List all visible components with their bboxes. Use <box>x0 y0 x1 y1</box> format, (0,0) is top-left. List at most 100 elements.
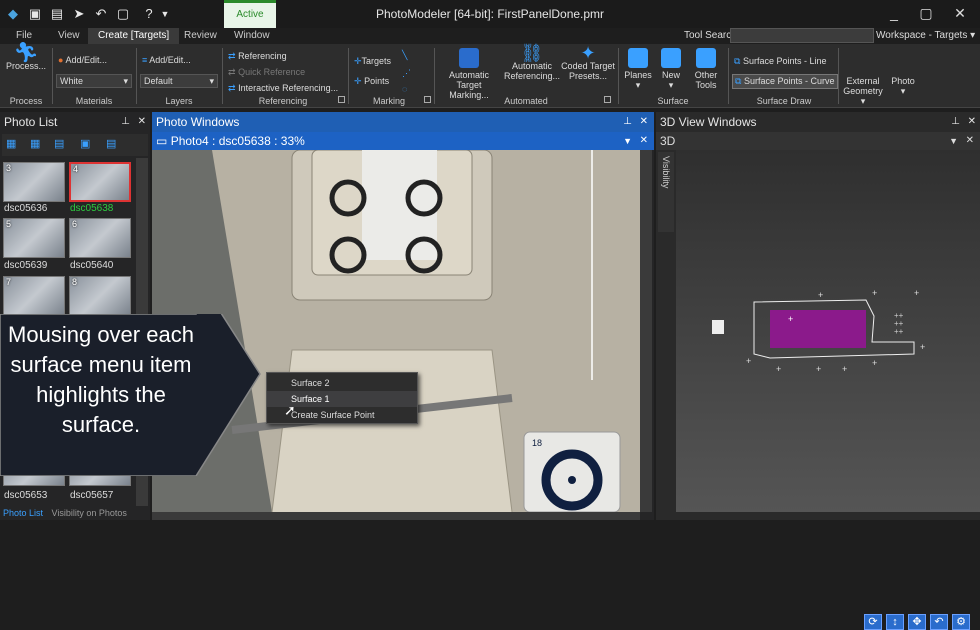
move-icon[interactable]: ✥ <box>908 614 926 630</box>
maximize-icon[interactable]: ▢ <box>916 5 936 22</box>
3d-tab-label: 3D <box>660 134 676 148</box>
3d-view-title: 3D View Windows <box>660 115 757 129</box>
divider <box>434 48 435 104</box>
line-tool-icon[interactable]: ╲ <box>402 50 407 61</box>
visibility-side-tab[interactable]: Visibility <box>658 152 674 232</box>
menu-item-surface-2[interactable]: Surface 2 <box>267 375 417 391</box>
external-geometry-button[interactable]: External Geometry ▾ <box>840 76 886 106</box>
ribbon: 🏃︎ Process... Process ● Add/Edit... Whit… <box>0 43 980 108</box>
undo-view-icon[interactable]: ↶ <box>930 614 948 630</box>
settings-icon[interactable]: ⚙ <box>952 614 970 630</box>
tab-photo-list[interactable]: Photo List <box>3 508 43 518</box>
photo-thumbnail[interactable]: 3 <box>3 162 65 202</box>
photo-thumbnail[interactable]: 8 <box>69 276 131 316</box>
tab-view[interactable]: View <box>48 28 90 44</box>
close-panel-icon[interactable]: ✕ <box>640 112 648 132</box>
materials-group-label: Materials <box>75 96 113 106</box>
view-icon[interactable]: ▦ <box>6 137 16 150</box>
edge-tool-icon[interactable]: ⋰ <box>402 68 411 79</box>
pin-icon[interactable]: ⊥ <box>623 112 632 132</box>
sp-curve-label: Surface Points - Curve <box>743 76 835 86</box>
close-photo-icon[interactable]: ✕ <box>640 132 648 150</box>
3d-view-canvas[interactable]: + + + + + + + + + + ++ ++ ++ <box>676 150 980 512</box>
layers-select[interactable]: Default ▾ <box>140 74 218 88</box>
image-icon[interactable]: ▣ <box>80 137 90 150</box>
close-panel-icon[interactable]: ✕ <box>968 112 976 132</box>
svg-text:+: + <box>746 356 751 366</box>
referencing-launcher-icon[interactable] <box>338 96 345 103</box>
svg-text:+: + <box>842 364 847 374</box>
external-geometry-label: External Geometry <box>843 76 883 96</box>
tab-visibility-on-photos[interactable]: Visibility on Photos <box>52 508 127 518</box>
photo-scrollbar-horizontal[interactable] <box>152 512 640 520</box>
close-3d-icon[interactable]: ✕ <box>966 132 974 150</box>
callout-text: Mousing over each surface menu item high… <box>8 322 194 437</box>
new-surface-icon <box>661 48 681 68</box>
automatic-target-marking-button[interactable]: Automatic Target Marking... <box>436 48 502 100</box>
tab-create-targets[interactable]: Create [Targets] <box>88 28 180 44</box>
planes-button[interactable]: Planes ▾ <box>622 48 654 90</box>
chevron-down-icon[interactable]: ▼ <box>949 132 958 150</box>
photo-thumbnail[interactable]: 6 <box>69 218 131 258</box>
layers-value: Default <box>144 76 173 86</box>
photo-name: dsc05636 <box>4 203 48 214</box>
photo-scrollbar-vertical[interactable] <box>640 150 652 512</box>
photo-name: dsc05657 <box>70 490 114 501</box>
photo-list-header: Photo List ⊥ ✕ <box>0 112 150 132</box>
quick-reference-button[interactable]: ⇄ Quick Reference <box>228 67 305 78</box>
automatic-referencing-button[interactable]: ⛓︎ Automatic Referencing... <box>504 44 560 81</box>
plane-icon <box>628 48 648 68</box>
other-tools-button[interactable]: Other Tools <box>688 48 724 90</box>
rotate-icon[interactable]: ⟳ <box>864 614 882 630</box>
divider <box>222 48 223 104</box>
close-panel-icon[interactable]: ✕ <box>138 112 146 132</box>
surface-curve-icon: ⧉ <box>735 76 742 86</box>
chevron-down-icon: ▾ <box>209 76 214 86</box>
close-icon[interactable]: ✕ <box>950 5 970 22</box>
pin-icon[interactable]: ⊥ <box>121 112 130 132</box>
materials-add-edit-button[interactable]: ● Add/Edit... <box>58 55 107 65</box>
photo-windows-title: Photo Windows <box>156 115 240 129</box>
photo-menu-button[interactable]: Photo ▾ <box>888 76 918 96</box>
points-label: Points <box>364 76 390 86</box>
surface-points-curve-button[interactable]: ⧉ Surface Points - Curve <box>732 74 838 89</box>
targets-button[interactable]: ✛Targets <box>354 56 391 67</box>
target-number-label: 18 <box>532 438 542 448</box>
pin-icon[interactable]: ⊥ <box>951 112 960 132</box>
materials-add-label: Add/Edit... <box>65 55 107 65</box>
pan-vertical-icon[interactable]: ↕ <box>886 614 904 630</box>
visibility-side-label: Visibility <box>661 156 671 189</box>
coded-target-presets-button[interactable]: ✦ Coded Target Presets... <box>560 44 616 81</box>
3d-tab[interactable]: 3D ▼ ✕ <box>656 132 980 150</box>
photo-thumbnail[interactable]: 7 <box>3 276 65 316</box>
photo-thumbnail[interactable]: 5 <box>3 218 65 258</box>
link-icon: ⇄ <box>228 83 236 93</box>
automated-launcher-icon[interactable] <box>604 96 611 103</box>
tab-review[interactable]: Review <box>174 28 227 44</box>
photo-thumbnail-selected[interactable]: 4 <box>69 162 131 202</box>
layers-icon: ≡ <box>142 55 148 65</box>
curve-tool-icon[interactable]: ◌ <box>402 84 407 94</box>
list-icon[interactable]: ▤ <box>106 137 116 150</box>
quick-reference-label: Quick Reference <box>238 67 306 77</box>
chevron-down-icon[interactable]: ▼ <box>623 132 632 150</box>
minimize-icon[interactable]: _ <box>884 5 904 21</box>
materials-select[interactable]: White ▾ <box>56 74 132 88</box>
tool-search-input[interactable] <box>730 28 874 43</box>
new-surface-button[interactable]: New ▾ <box>656 48 686 90</box>
marking-launcher-icon[interactable] <box>424 96 431 103</box>
sort-icon[interactable]: ▤ <box>54 137 64 150</box>
points-button[interactable]: ✛ Points <box>354 76 389 87</box>
interactive-referencing-button[interactable]: ⇄ Interactive Referencing... <box>228 83 338 94</box>
thumb-number: 3 <box>6 163 12 173</box>
new-label: New <box>661 70 680 80</box>
grid-icon[interactable]: ▦ <box>30 137 40 150</box>
photo-tab[interactable]: ▭ Photo4 : dsc05638 : 33% ▼ ✕ <box>152 132 654 150</box>
referencing-group-label: Referencing <box>258 96 308 106</box>
process-button[interactable]: 🏃︎ Process... <box>4 43 48 71</box>
referencing-button[interactable]: ⇄ Referencing <box>228 51 287 62</box>
surface-points-line-button[interactable]: ⧉ Surface Points - Line <box>734 56 827 67</box>
workspace-dropdown[interactable]: Workspace - Targets ▾ <box>876 30 975 41</box>
layers-add-edit-button[interactable]: ≡ Add/Edit... <box>142 55 191 65</box>
tab-window[interactable]: Window <box>224 28 280 44</box>
